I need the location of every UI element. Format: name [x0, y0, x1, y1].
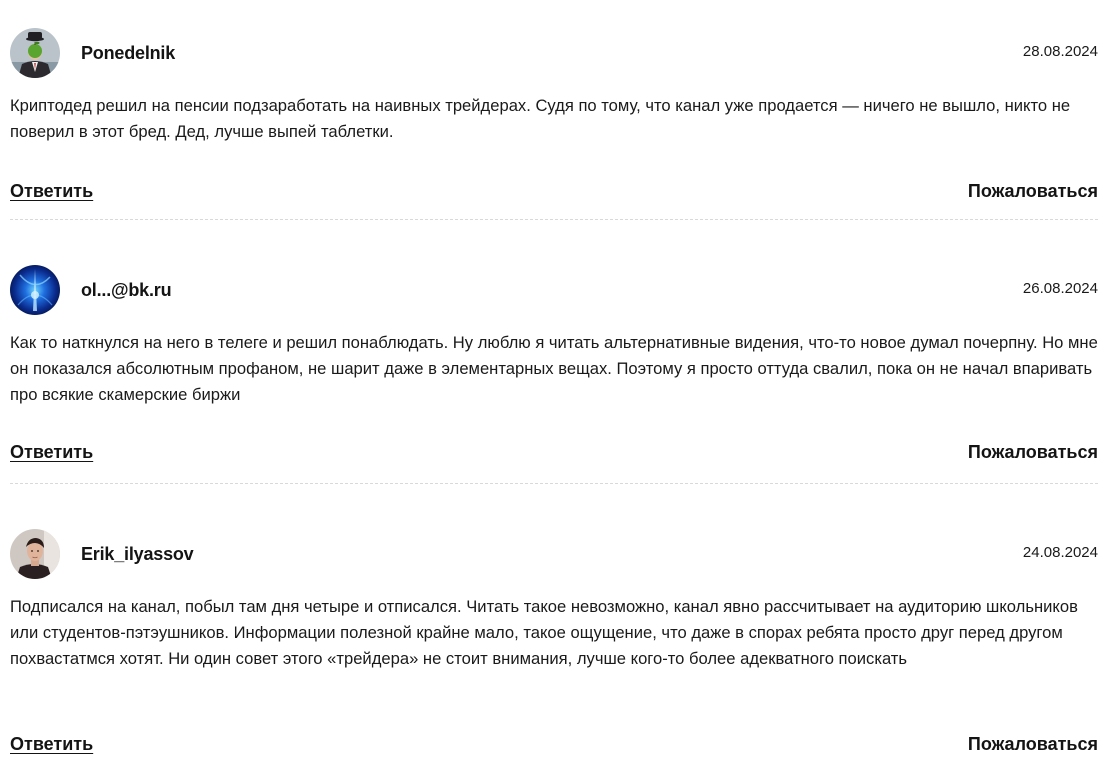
reply-button[interactable]: Ответить	[10, 734, 93, 755]
report-button[interactable]: Пожаловаться	[968, 442, 1098, 463]
comment-date: 28.08.2024	[1022, 43, 1098, 60]
reply-button[interactable]: Ответить	[10, 181, 93, 202]
comment-divider	[10, 483, 1098, 484]
comment-author: ol...@bk.ru	[81, 279, 172, 300]
comment-header: ol...@bk.ru 26.08.2024	[10, 265, 1098, 315]
comment-text: Криптодед решил на пенсии подзаработать …	[10, 96, 1071, 141]
blue-light-abstract-avatar-icon[interactable]	[10, 265, 60, 315]
comment-header: Erik_ilyassov 24.08.2024	[10, 529, 1098, 579]
man-with-green-apple-avatar-icon[interactable]	[10, 28, 60, 78]
comment-item: Ponedelnik 28.08.2024 Криптодед решил на…	[10, 28, 1098, 205]
comment-author: Erik_ilyassov	[81, 543, 194, 564]
comment-date: 26.08.2024	[1022, 280, 1098, 297]
comment-actions: Ответить Пожаловаться	[10, 442, 1098, 466]
comment-date: 24.08.2024	[1022, 544, 1098, 561]
comment-header: Ponedelnik 28.08.2024	[10, 28, 1098, 78]
comment-actions: Ответить Пожаловаться	[10, 734, 1098, 758]
comments-list: Ponedelnik 28.08.2024 Криптодед решил на…	[0, 0, 1106, 769]
comment-text: Подписался на канал, побыл там дня четыр…	[10, 597, 1078, 668]
comment-actions: Ответить Пожаловаться	[10, 181, 1098, 205]
reply-button[interactable]: Ответить	[10, 442, 93, 463]
comment-author: Ponedelnik	[81, 42, 176, 63]
comment-text: Как то наткнулся на него в телеге и реши…	[10, 333, 1098, 404]
comment-item: ol...@bk.ru 26.08.2024 Как то наткнулся …	[10, 265, 1098, 466]
report-button[interactable]: Пожаловаться	[968, 181, 1098, 202]
comment-divider	[10, 219, 1098, 220]
report-button[interactable]: Пожаловаться	[968, 734, 1098, 755]
comment-item: Erik_ilyassov 24.08.2024 Подписался на к…	[10, 529, 1098, 758]
young-man-photo-avatar-icon[interactable]	[10, 529, 60, 579]
